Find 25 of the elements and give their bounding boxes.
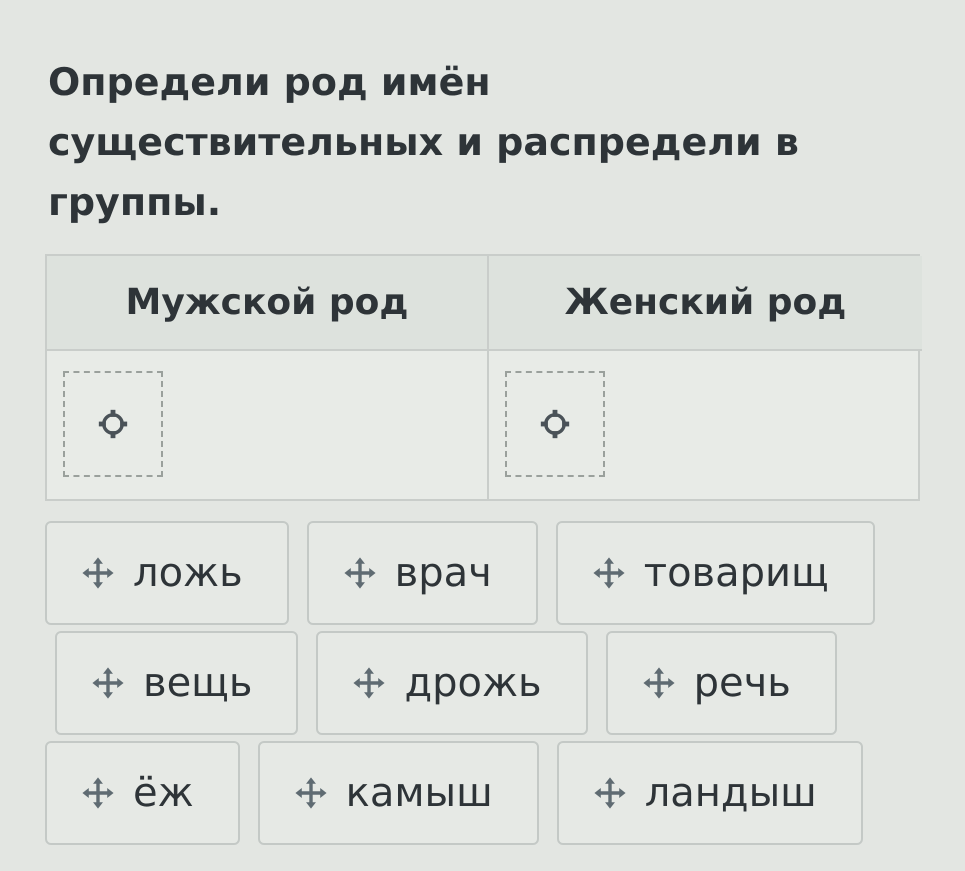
- target-icon: [96, 407, 130, 441]
- move-icon: [642, 666, 676, 700]
- move-icon: [342, 556, 377, 590]
- word-chip[interactable]: вещь: [55, 631, 298, 735]
- word-chip[interactable]: ёж: [45, 741, 240, 845]
- column-header: Женский род: [487, 256, 922, 351]
- move-icon: [352, 666, 386, 700]
- target-icon: [538, 407, 572, 441]
- word-chip[interactable]: дрожь: [316, 631, 588, 735]
- word-chip[interactable]: речь: [606, 631, 837, 735]
- move-icon: [81, 556, 115, 590]
- instruction-text: Определи род имён существительных и распредели в группы.: [48, 59, 800, 226]
- move-icon: [294, 776, 328, 810]
- word-chip[interactable]: ландыш: [556, 741, 863, 845]
- move-icon: [91, 666, 125, 700]
- move-icon: [592, 776, 627, 810]
- move-icon: [592, 556, 626, 590]
- move-icon: [81, 776, 115, 810]
- drop-zone[interactable]: [505, 371, 605, 477]
- column-header: Мужской род: [47, 256, 487, 351]
- drop-zone[interactable]: [63, 371, 163, 477]
- word-chip[interactable]: ложь: [45, 521, 289, 625]
- word-chip[interactable]: товарищ: [556, 521, 875, 625]
- word-chip[interactable]: врач: [306, 521, 538, 625]
- word-chip[interactable]: камыш: [258, 741, 539, 845]
